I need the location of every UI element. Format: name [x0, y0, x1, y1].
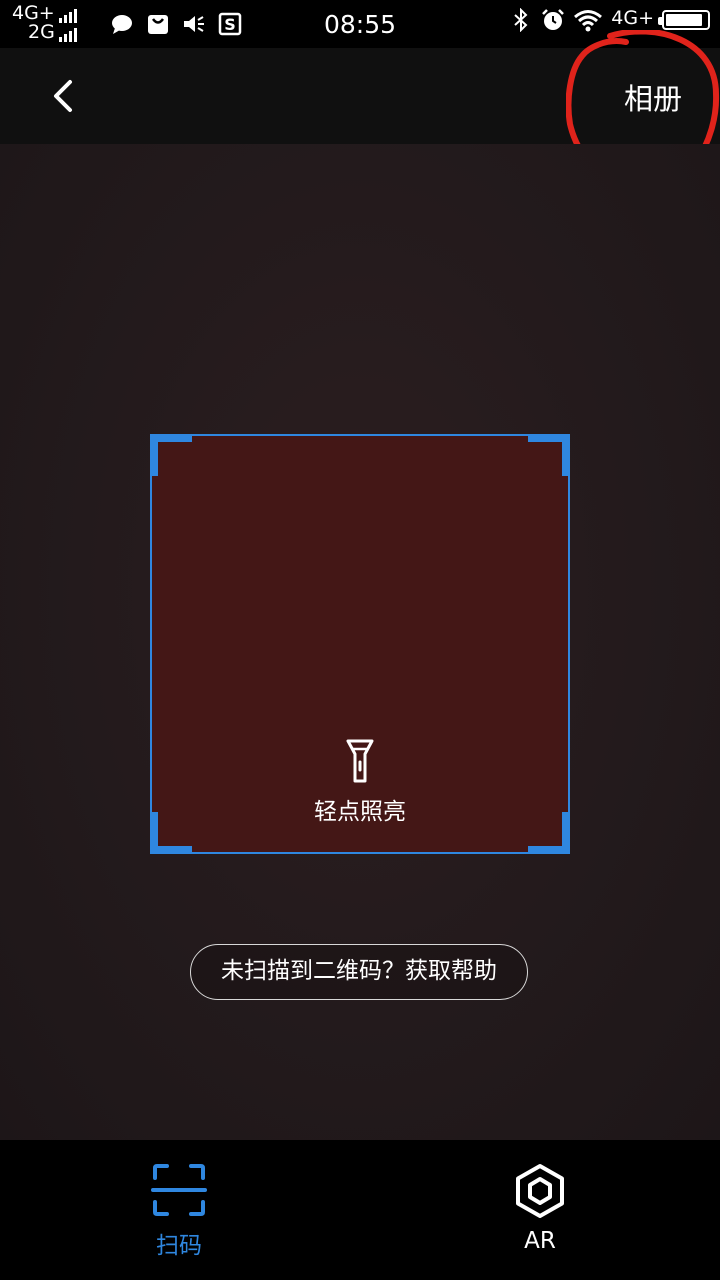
flashlight-label: 轻点照亮 — [314, 799, 406, 825]
flashlight-toggle[interactable]: 轻点照亮 — [152, 738, 568, 826]
tab-scan-label: 扫码 — [156, 1233, 202, 1259]
help-button[interactable]: 未扫描到二维码？获取帮助 — [190, 944, 528, 1000]
tab-scan[interactable]: 扫码 — [119, 1162, 239, 1260]
network-type-right: 4G+ — [611, 6, 654, 29]
ar-hexagon-icon — [516, 1164, 564, 1218]
tab-bar: 扫码 AR — [0, 1140, 720, 1280]
alarm-icon — [542, 9, 565, 30]
tab-ar-label: AR — [524, 1228, 556, 1254]
bluetooth-icon — [514, 8, 528, 32]
battery-icon — [658, 10, 710, 30]
scan-frame-icon — [151, 1164, 207, 1216]
nav-bar: 相册 — [0, 48, 720, 144]
flashlight-icon — [346, 739, 374, 783]
tab-ar[interactable]: AR — [480, 1162, 600, 1254]
scan-corner — [150, 434, 192, 476]
status-right: 4G+ — [509, 8, 710, 32]
back-icon[interactable] — [40, 72, 88, 120]
wifi-icon — [574, 10, 603, 32]
status-bar: 4G+ 2G S 08:55 4G+ — [0, 0, 720, 48]
scan-frame: 轻点照亮 — [150, 434, 570, 854]
album-button[interactable]: 相册 — [624, 76, 682, 118]
scan-corner — [528, 434, 570, 476]
